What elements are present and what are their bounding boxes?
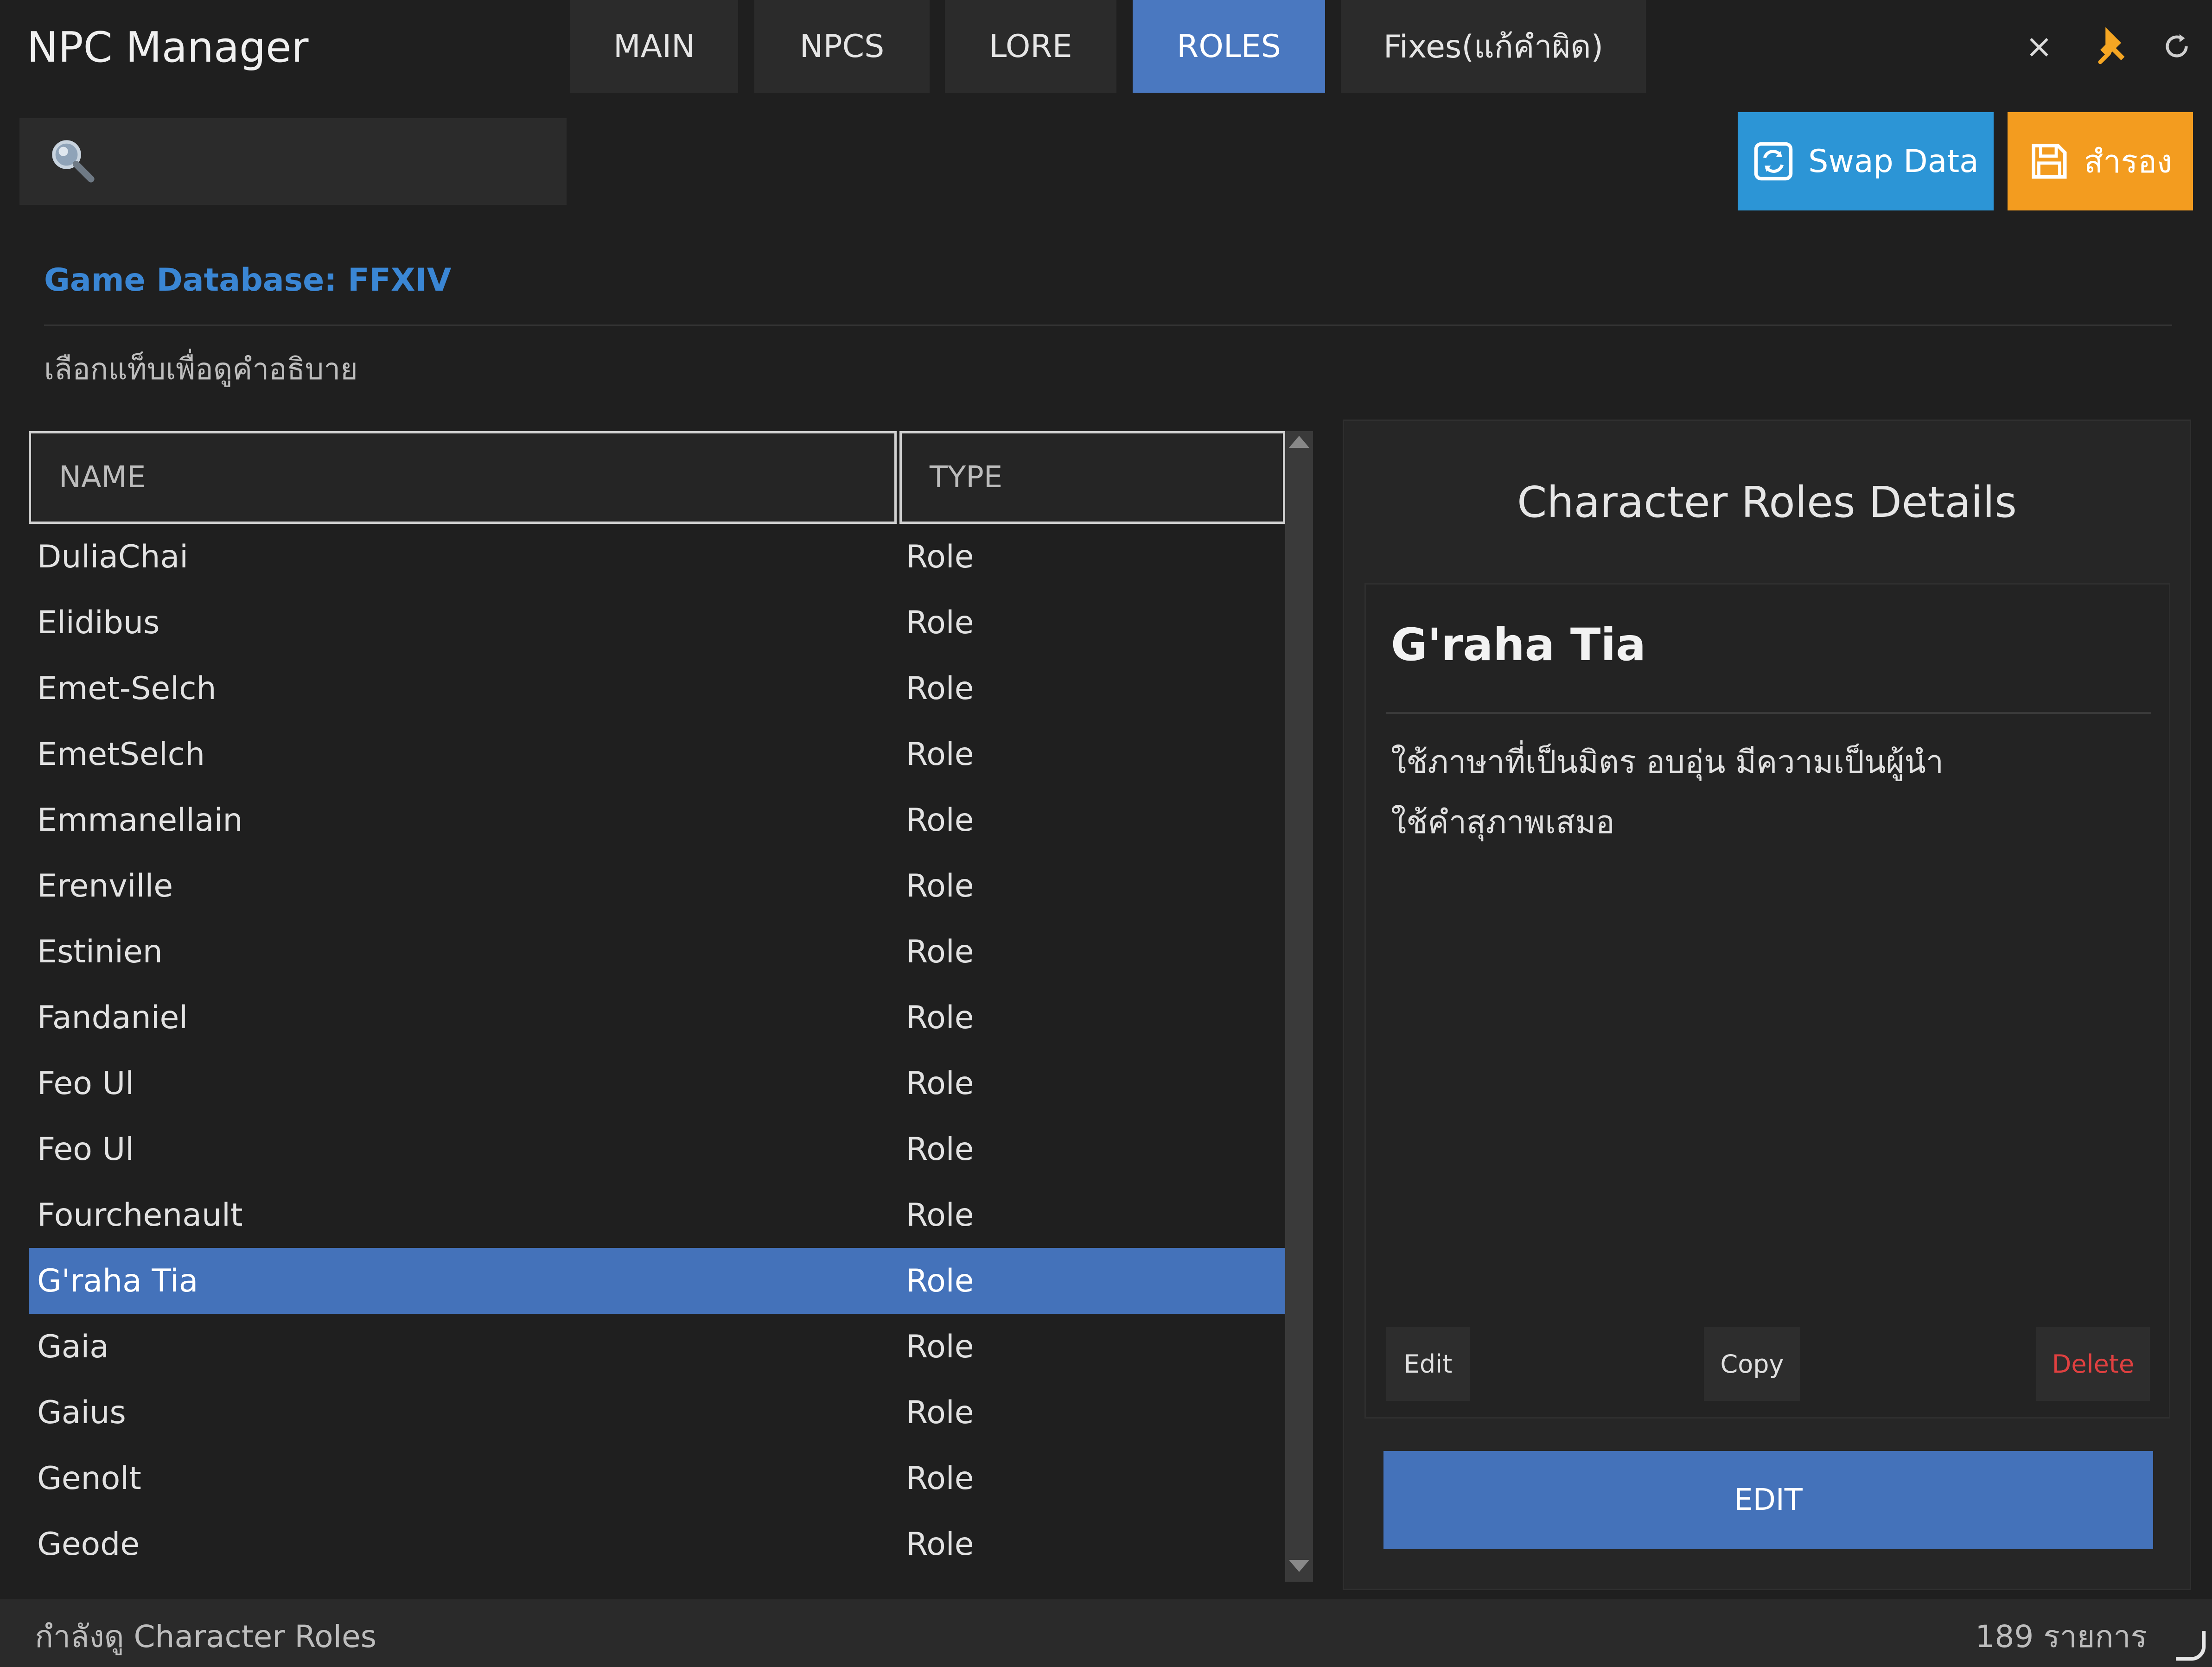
table-row[interactable]: Gaius Role xyxy=(29,1380,1285,1445)
column-header-name-label: NAME xyxy=(59,460,146,495)
save-icon xyxy=(2032,144,2067,179)
table-row[interactable]: Geode Role xyxy=(29,1511,1285,1577)
search-input[interactable] xyxy=(19,118,567,205)
status-text: กำลังดู Character Roles xyxy=(35,1619,376,1654)
edit-main-button[interactable]: EDIT xyxy=(1383,1451,2153,1549)
tab-main[interactable]: MAIN xyxy=(570,0,738,93)
row-type: Role xyxy=(906,736,974,773)
table-scrollbar[interactable] xyxy=(1285,431,1313,1582)
row-type: Role xyxy=(906,1196,974,1234)
row-name: G'raha Tia xyxy=(37,1262,198,1299)
database-label: Game Database: FFXIV xyxy=(44,262,452,299)
close-button[interactable]: × xyxy=(2016,23,2062,70)
row-type: Role xyxy=(906,867,974,904)
table-row[interactable]: EmetSelch Role xyxy=(29,721,1285,787)
row-type: Role xyxy=(906,1526,974,1563)
table-row[interactable]: Fandaniel Role xyxy=(29,985,1285,1050)
row-name: Feo Ul xyxy=(37,1131,134,1168)
card-divider xyxy=(1386,712,2151,714)
row-type: Role xyxy=(906,670,974,707)
row-type: Role xyxy=(906,802,974,839)
table-row[interactable]: Emet-Selch Role xyxy=(29,655,1285,721)
scroll-down-icon[interactable] xyxy=(1289,1560,1309,1572)
row-type: Role xyxy=(906,1328,974,1365)
row-name: Emet-Selch xyxy=(37,670,217,707)
table-row[interactable]: Erenville Role xyxy=(29,853,1285,919)
table-row[interactable]: Feo Ul Role xyxy=(29,1050,1285,1116)
row-name: Geode xyxy=(37,1526,140,1563)
item-count: 189 รายการ xyxy=(1975,1619,2147,1654)
row-type: Role xyxy=(906,1131,974,1168)
row-name: Erenville xyxy=(37,867,173,904)
tab-roles[interactable]: ROLES xyxy=(1133,0,1325,93)
row-type: Role xyxy=(906,538,974,575)
delete-button[interactable]: Delete xyxy=(2036,1327,2150,1401)
row-name: Gaia xyxy=(37,1328,109,1365)
row-name: Fourchenault xyxy=(37,1196,243,1234)
scroll-up-icon[interactable] xyxy=(1289,436,1309,448)
pin-icon xyxy=(2098,27,2125,64)
close-icon: × xyxy=(2025,27,2053,65)
table-row[interactable]: Gaia Role xyxy=(29,1314,1285,1380)
row-name: Emmanellain xyxy=(37,802,243,839)
backup-button[interactable]: สำรอง xyxy=(2008,112,2193,210)
row-name: EmetSelch xyxy=(37,736,205,773)
row-name: Estinien xyxy=(37,933,163,970)
copy-button[interactable]: Copy xyxy=(1704,1327,1800,1401)
app-title: NPC Manager xyxy=(27,23,309,72)
table-row[interactable]: DuliaChai Role xyxy=(29,524,1285,590)
refresh-button[interactable] xyxy=(2154,23,2200,70)
swap-icon xyxy=(1754,142,1793,181)
pin-button[interactable] xyxy=(2091,23,2137,70)
column-header-type[interactable]: TYPE xyxy=(899,431,1285,524)
swap-data-label: Swap Data xyxy=(1808,143,1979,180)
row-type: Role xyxy=(906,999,974,1036)
table-row[interactable]: Estinien Role xyxy=(29,919,1285,985)
divider xyxy=(44,324,2172,326)
refresh-icon xyxy=(2166,34,2188,57)
column-header-type-label: TYPE xyxy=(930,460,1003,495)
search-icon xyxy=(46,134,97,185)
table-row[interactable]: Emmanellain Role xyxy=(29,787,1285,853)
role-character-name: G'raha Tia xyxy=(1391,619,1646,671)
hint-text: เลือกแท็บเพื่อดูคำอธิบาย xyxy=(44,352,358,387)
row-type: Role xyxy=(906,604,974,641)
details-panel-title: Character Roles Details xyxy=(1517,477,2017,527)
tab-lore[interactable]: LORE xyxy=(945,0,1116,93)
row-name: Feo Ul xyxy=(37,1065,134,1102)
row-type: Role xyxy=(906,1394,974,1431)
row-name: Genolt xyxy=(37,1460,141,1497)
table-row[interactable]: Feo Ul Role xyxy=(29,1116,1285,1182)
tab-fixes[interactable]: Fixes(แก้คำผิด) xyxy=(1341,0,1646,93)
row-name: Fandaniel xyxy=(37,999,188,1036)
table-row[interactable]: Fourchenault Role xyxy=(29,1182,1285,1248)
row-type: Role xyxy=(906,933,974,970)
row-type: Role xyxy=(906,1460,974,1497)
role-description: ใช้ภาษาที่เป็นมิตร อบอุ่น มีความเป็นผู้น… xyxy=(1391,744,1944,841)
table-row[interactable]: Genolt Role xyxy=(29,1445,1285,1511)
resize-grip-icon[interactable] xyxy=(2170,1625,2207,1662)
row-type: Role xyxy=(906,1065,974,1102)
row-name: Gaius xyxy=(37,1394,126,1431)
tab-npcs[interactable]: NPCS xyxy=(754,0,930,93)
table-row-selected[interactable]: G'raha Tia Role xyxy=(29,1248,1285,1314)
row-name: Elidibus xyxy=(37,604,160,641)
edit-button[interactable]: Edit xyxy=(1386,1327,1470,1401)
row-name: DuliaChai xyxy=(37,538,189,575)
column-header-name[interactable]: NAME xyxy=(29,431,897,524)
swap-data-button[interactable]: Swap Data xyxy=(1738,112,1994,210)
table-row[interactable]: Elidibus Role xyxy=(29,590,1285,655)
role-card xyxy=(1364,583,2170,1419)
backup-label: สำรอง xyxy=(2084,144,2173,180)
row-type: Role xyxy=(906,1262,974,1299)
